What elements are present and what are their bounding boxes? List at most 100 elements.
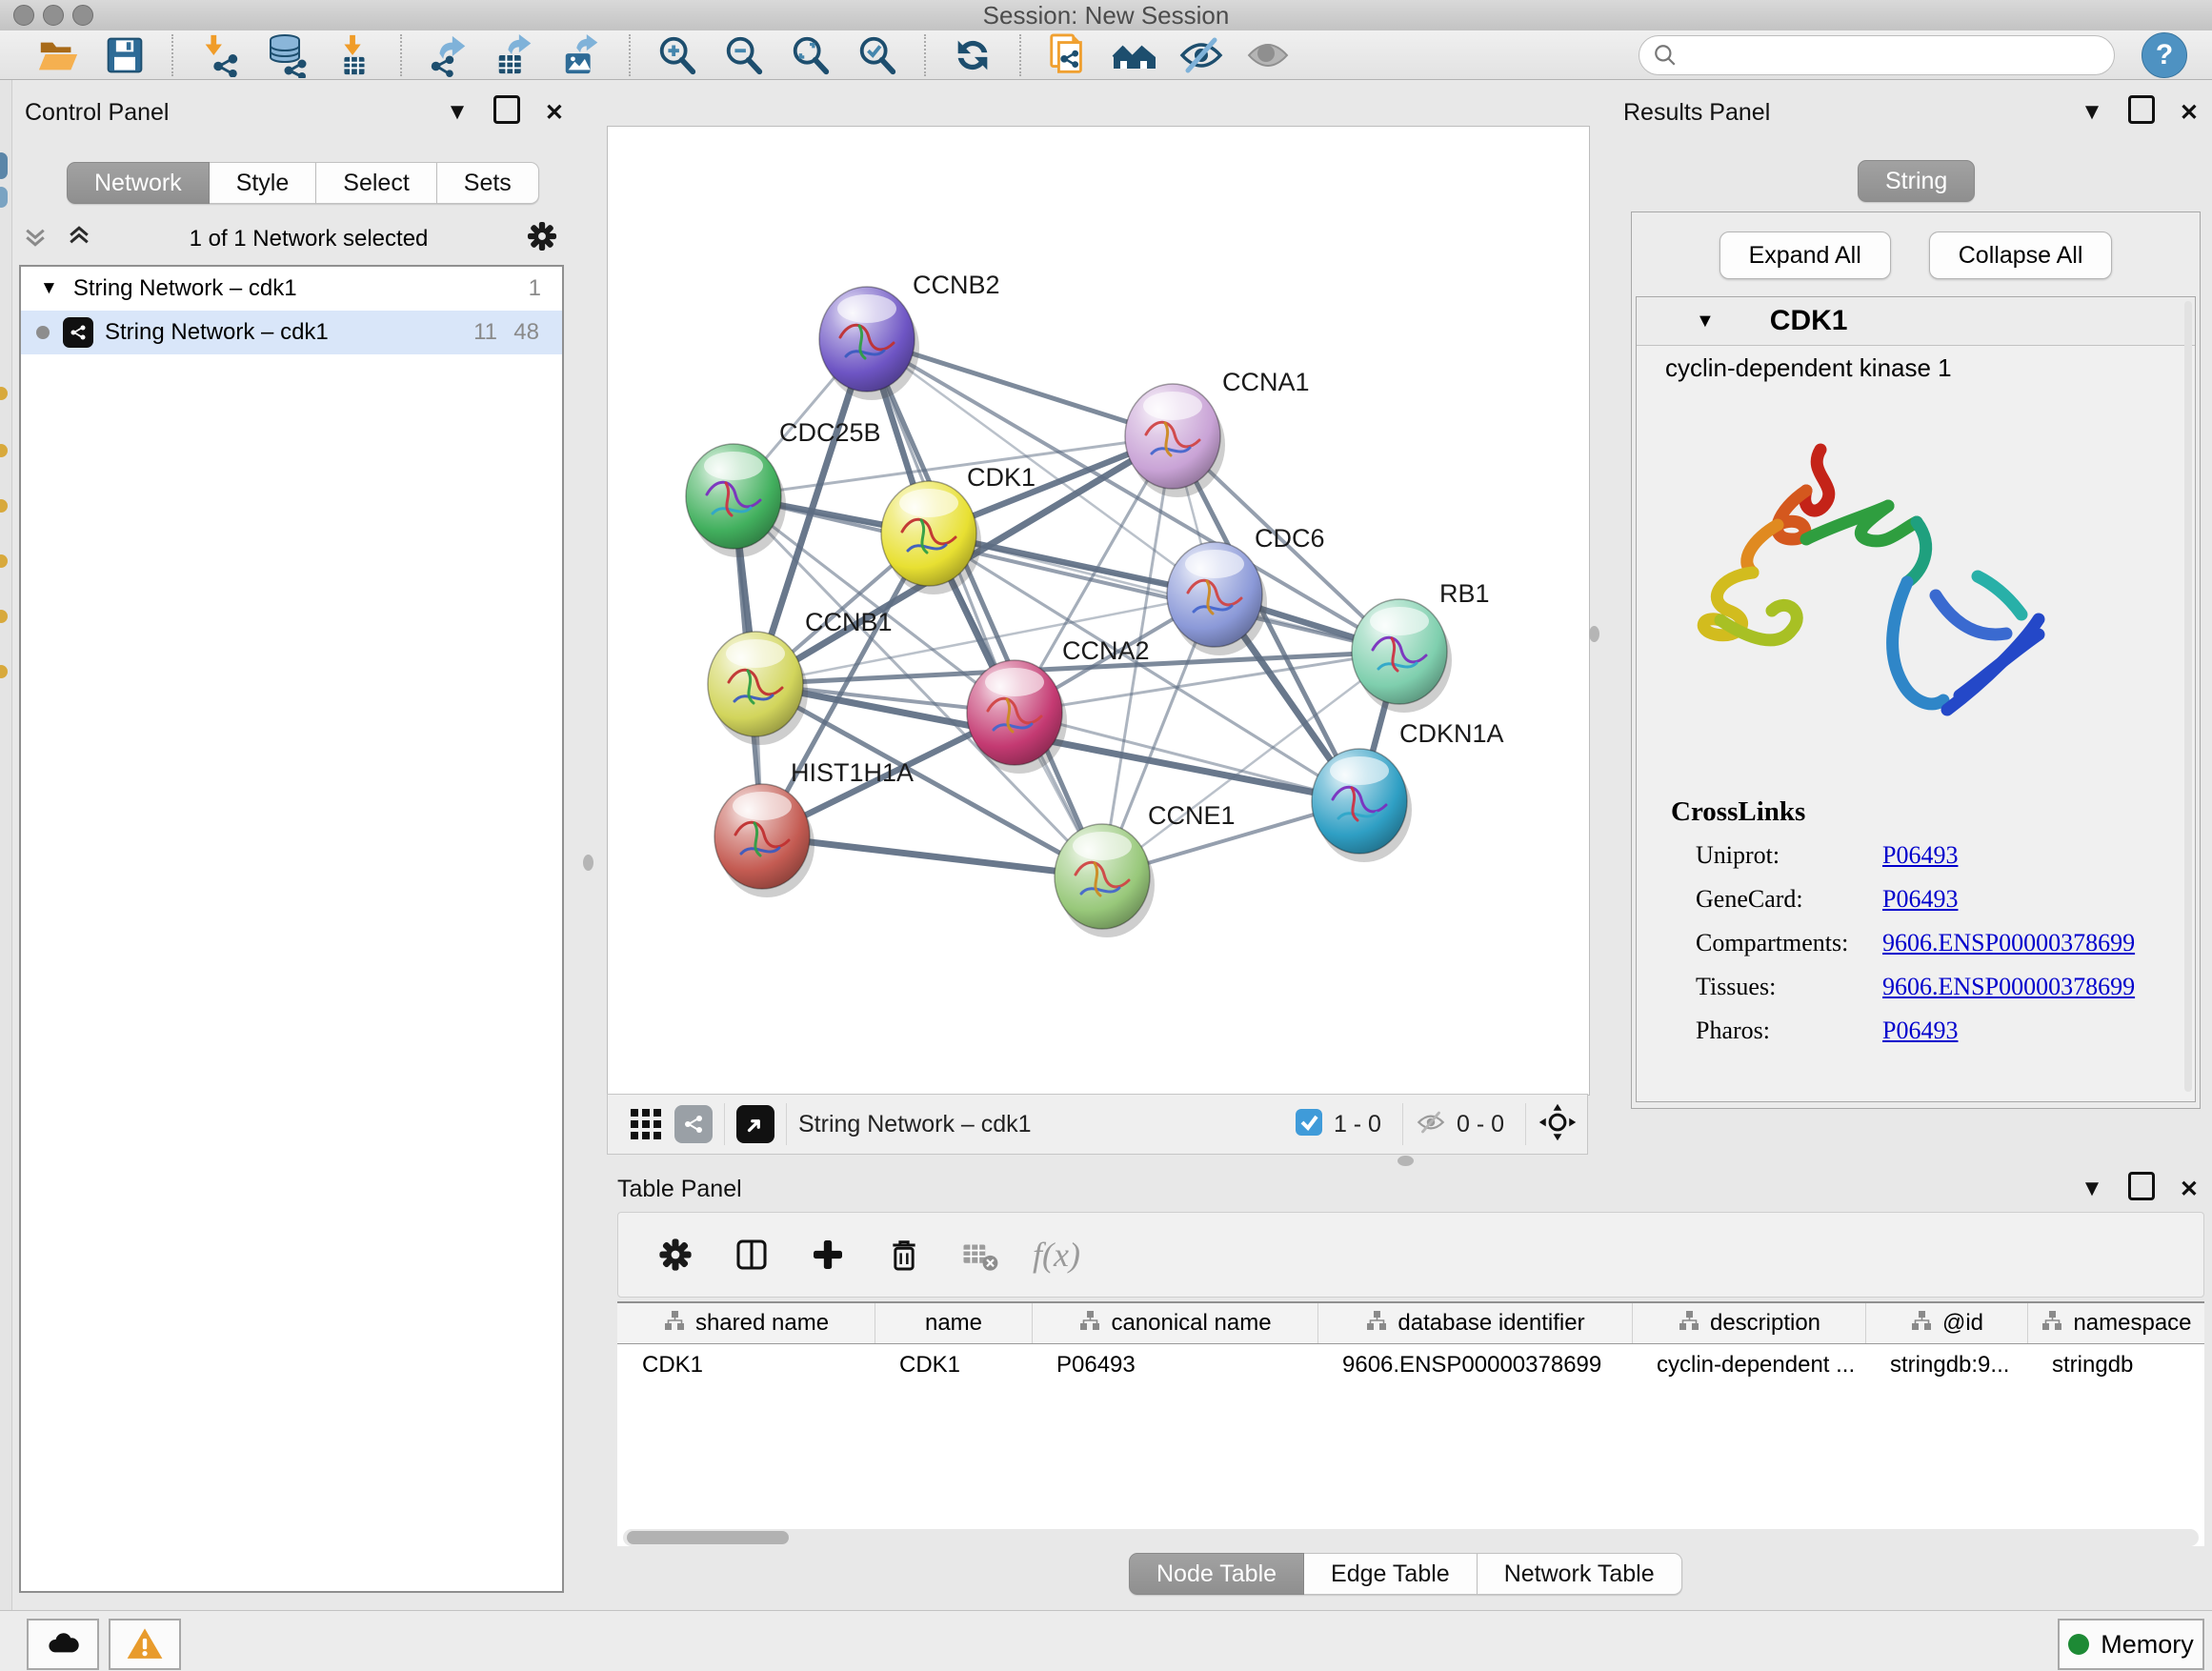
warnings-button[interactable] xyxy=(109,1619,181,1670)
table-panel-menu-icon[interactable]: ▼ xyxy=(2081,1176,2103,1202)
control-panel-close-icon[interactable]: ✕ xyxy=(545,99,564,127)
zoom-in-icon[interactable] xyxy=(653,32,702,78)
zoom-fit-icon[interactable] xyxy=(786,32,835,78)
crosslink-link[interactable]: P06493 xyxy=(1882,1017,1958,1045)
birds-eye-view-icon[interactable] xyxy=(736,1105,774,1143)
selected-checkbox-icon[interactable] xyxy=(1294,1107,1324,1142)
search-box[interactable] xyxy=(1639,35,2115,75)
network-collection-row[interactable]: ▼ String Network – cdk1 1 xyxy=(21,267,562,311)
right-splitter-handle[interactable] xyxy=(1589,626,1599,642)
cytoscape-window: Session: New Session ? xyxy=(0,0,2212,1671)
clone-network-icon[interactable] xyxy=(1043,32,1093,78)
table-cell[interactable]: stringdb xyxy=(2027,1344,2204,1386)
tab-node-table[interactable]: Node Table xyxy=(1129,1553,1304,1595)
grid-view-icon[interactable] xyxy=(621,1101,671,1147)
results-scrollbar[interactable] xyxy=(2184,301,2192,1092)
hide-unhide-icon[interactable] xyxy=(1176,32,1226,78)
column-label: description xyxy=(1710,1310,1820,1337)
column-header-shared-name[interactable]: shared name xyxy=(617,1303,875,1343)
refresh-icon[interactable] xyxy=(948,32,997,78)
table-row[interactable]: CDK1CDK1P064939606.ENSP00000378699cyclin… xyxy=(617,1344,2204,1386)
show-column-icon[interactable] xyxy=(727,1232,776,1278)
export-network-icon[interactable] xyxy=(424,32,473,78)
table-cell[interactable]: stringdb:9... xyxy=(1865,1344,2027,1386)
crosslink-link[interactable]: 9606.ENSP00000378699 xyxy=(1882,973,2135,1001)
zoom-out-icon[interactable] xyxy=(719,32,769,78)
table-cell[interactable]: P06493 xyxy=(1032,1344,1317,1386)
table-panel-close-icon[interactable]: ✕ xyxy=(2180,1176,2199,1203)
tab-network[interactable]: Network xyxy=(67,162,210,204)
control-panel-float-icon[interactable] xyxy=(493,95,520,131)
network-graph[interactable]: CCNB2CCNA1CDC25BCDK1CDC6RB1CCNB1CCNA2CDK… xyxy=(608,127,1589,1095)
column-header-namespace[interactable]: namespace xyxy=(2027,1303,2204,1343)
cloud-status-button[interactable] xyxy=(27,1619,99,1670)
control-panel-menu-icon[interactable]: ▼ xyxy=(446,99,469,126)
column-label: @id xyxy=(1942,1310,1983,1337)
delete-column-trash-icon[interactable] xyxy=(879,1232,929,1278)
column-header-name[interactable]: name xyxy=(875,1303,1032,1343)
column-header-canonical-name[interactable]: canonical name xyxy=(1032,1303,1317,1343)
node-details-expand-icon[interactable]: ▼ xyxy=(1696,311,1715,332)
delete-table-icon-disabled xyxy=(955,1232,1005,1278)
table-cell[interactable]: cyclin-dependent ... xyxy=(1632,1344,1865,1386)
home-networks-icon[interactable] xyxy=(1110,32,1159,78)
results-panel-float-icon[interactable] xyxy=(2128,95,2155,131)
column-header--id[interactable]: @id xyxy=(1865,1303,2027,1343)
import-network-from-database-icon[interactable] xyxy=(262,32,312,78)
search-icon xyxy=(1653,43,1678,68)
tab-edge-table[interactable]: Edge Table xyxy=(1304,1553,1478,1595)
network-node-CDKN1A[interactable]: CDKN1A xyxy=(1312,719,1504,862)
tab-network-table[interactable]: Network Table xyxy=(1478,1553,1682,1595)
scrollbar-thumb[interactable] xyxy=(627,1531,789,1544)
search-input[interactable] xyxy=(1678,41,2081,70)
network-node-RB1[interactable]: RB1 xyxy=(1352,579,1490,713)
bottom-splitter-handle[interactable] xyxy=(1398,1156,1414,1166)
table-horizontal-scrollbar[interactable] xyxy=(623,1529,2199,1546)
network-node-CDC6[interactable]: CDC6 xyxy=(1167,524,1325,655)
tab-sets[interactable]: Sets xyxy=(437,162,539,204)
crosslink-link[interactable]: P06493 xyxy=(1882,885,1958,914)
export-table-icon[interactable] xyxy=(491,32,540,78)
network-edge-CCNB2-CCNE1[interactable] xyxy=(867,339,1102,876)
network-view-icon[interactable] xyxy=(674,1105,713,1143)
table-cell[interactable]: CDK1 xyxy=(617,1344,875,1386)
import-table-icon[interactable] xyxy=(329,32,378,78)
network-node-CCNE1[interactable]: CCNE1 xyxy=(1055,801,1236,937)
show-graphics-icon[interactable] xyxy=(1243,32,1293,78)
table-cell[interactable]: 9606.ENSP00000378699 xyxy=(1317,1344,1632,1386)
import-network-icon[interactable] xyxy=(195,32,245,78)
table-panel-float-icon[interactable] xyxy=(2128,1172,2155,1207)
column-header-database-identifier[interactable]: database identifier xyxy=(1317,1303,1632,1343)
results-panel-menu-icon[interactable]: ▼ xyxy=(2081,99,2103,126)
network-canvas[interactable]: CCNB2CCNA1CDC25BCDK1CDC6RB1CCNB1CCNA2CDK… xyxy=(607,126,1590,1096)
left-splitter-handle[interactable] xyxy=(583,855,593,871)
tab-select[interactable]: Select xyxy=(316,162,436,204)
tab-style[interactable]: Style xyxy=(210,162,317,204)
results-panel-close-icon[interactable]: ✕ xyxy=(2180,99,2199,127)
fit-content-crosshair-icon[interactable] xyxy=(1538,1102,1578,1147)
network-row-selected[interactable]: String Network – cdk1 11 48 xyxy=(21,311,562,354)
expand-all-button[interactable]: Expand All xyxy=(1719,232,1891,279)
table-options-gear-icon[interactable] xyxy=(651,1232,700,1278)
network-node-CCNB2[interactable]: CCNB2 xyxy=(819,271,1000,400)
network-node-HIST1H1A[interactable]: HIST1H1A xyxy=(714,758,914,897)
collapse-all-button[interactable]: Collapse All xyxy=(1929,232,2113,279)
create-column-plus-icon[interactable] xyxy=(803,1232,853,1278)
tab-string[interactable]: String xyxy=(1858,160,1975,202)
memory-button[interactable]: Memory xyxy=(2058,1619,2204,1670)
collapse-all-networks-icon[interactable] xyxy=(21,222,50,257)
network-edge-CDK1-RB1[interactable] xyxy=(929,534,1399,652)
table-cell[interactable]: CDK1 xyxy=(875,1344,1032,1386)
hidden-eye-icon[interactable] xyxy=(1415,1106,1447,1143)
expand-all-networks-icon[interactable] xyxy=(65,222,93,257)
column-header-description[interactable]: description xyxy=(1632,1303,1865,1343)
network-options-gear-icon[interactable] xyxy=(524,218,560,261)
zoom-selected-icon[interactable] xyxy=(853,32,902,78)
crosslink-link[interactable]: 9606.ENSP00000378699 xyxy=(1882,929,2135,957)
open-session-icon[interactable] xyxy=(33,32,83,78)
crosslink-link[interactable]: P06493 xyxy=(1882,841,1958,870)
save-session-icon[interactable] xyxy=(100,32,150,78)
help-button[interactable]: ? xyxy=(2142,32,2187,78)
export-image-icon[interactable] xyxy=(557,32,607,78)
collection-expand-icon[interactable]: ▼ xyxy=(40,278,58,299)
